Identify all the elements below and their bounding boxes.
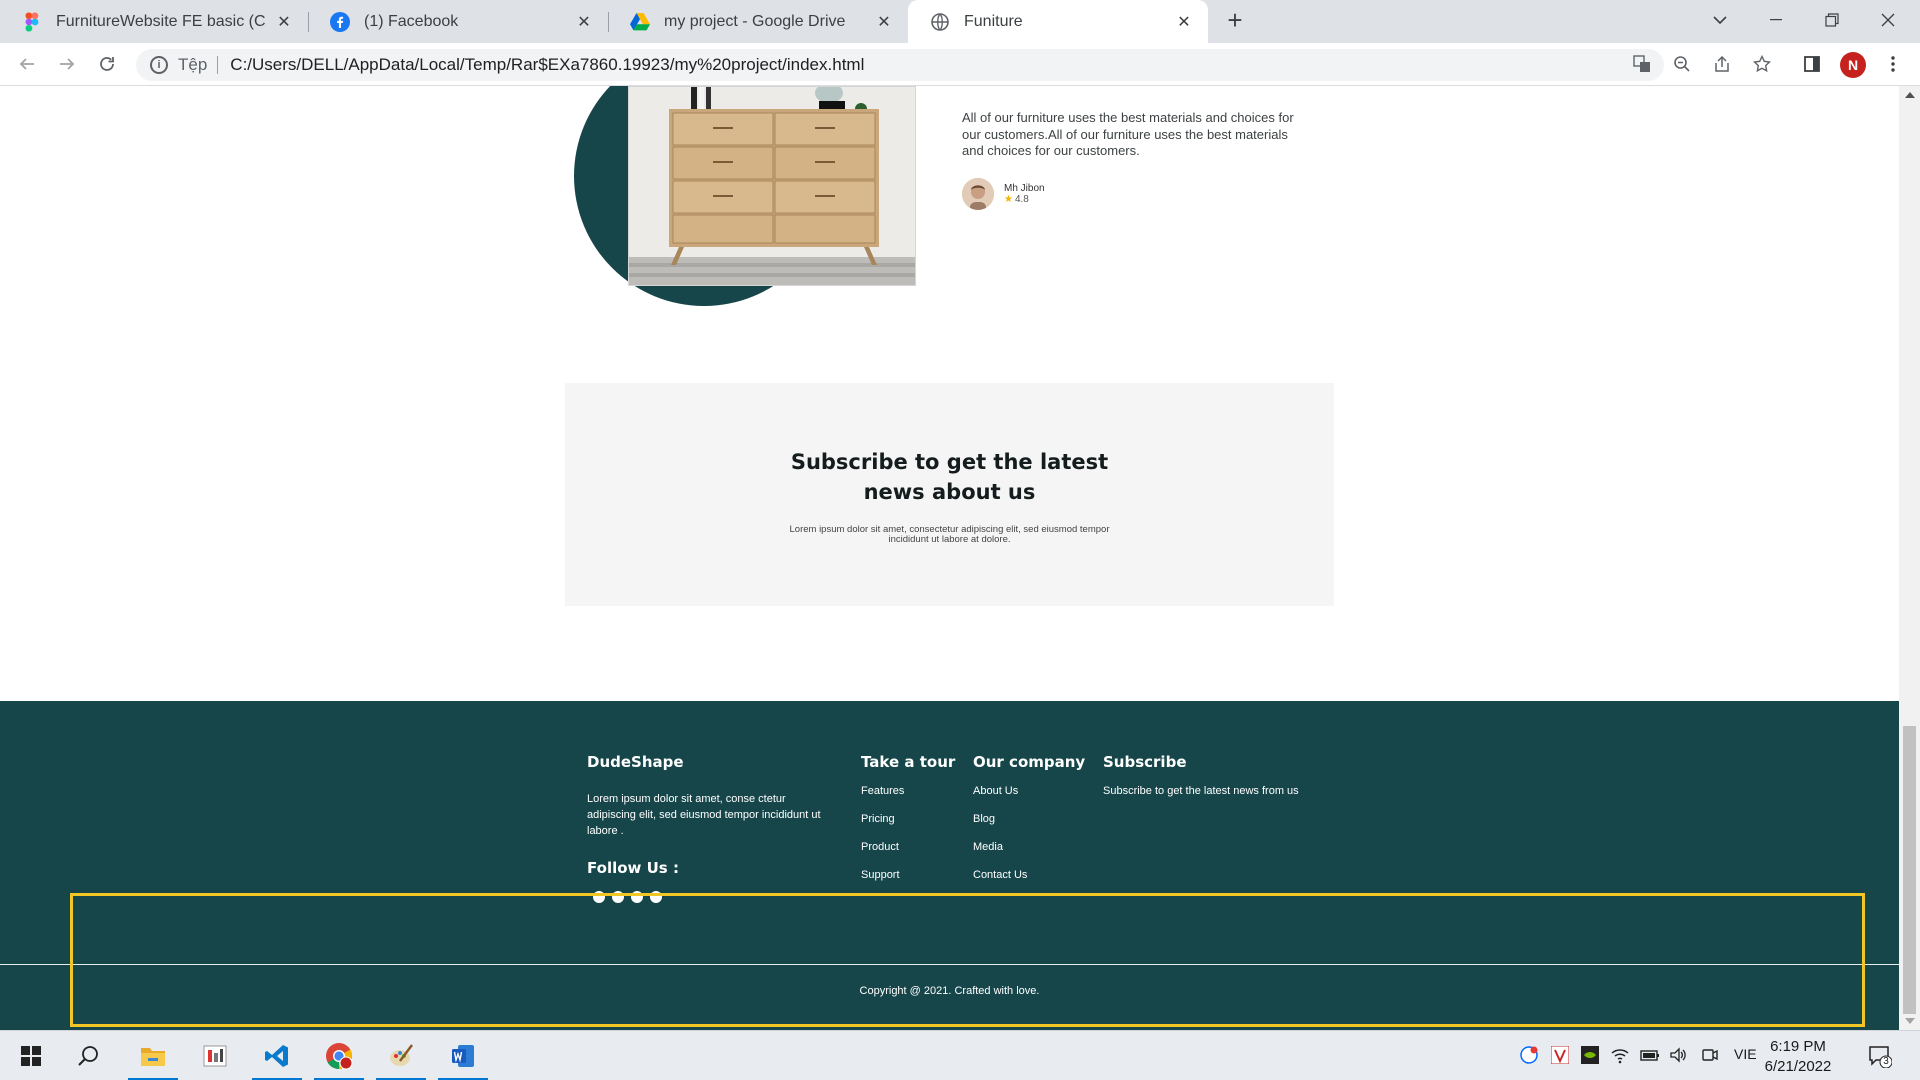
footer-link-support[interactable]: Support (861, 869, 955, 881)
social-icon[interactable] (650, 891, 662, 903)
footer-copyright: Copyright @ 2021. Crafted with love. (859, 985, 1040, 997)
windows-start-icon[interactable] (6, 1031, 56, 1080)
scroll-up-icon[interactable] (1905, 92, 1915, 98)
footer-subscribe-column: Subscribe Subscribe to get the latest ne… (1103, 753, 1299, 813)
info-icon[interactable]: i (150, 56, 168, 74)
reviewer-avatar (962, 178, 994, 210)
facebook-icon (330, 11, 350, 32)
system-clock[interactable]: 6:19 PM 6/21/2022 (1758, 1037, 1838, 1077)
clock-date: 6/21/2022 (1764, 1058, 1832, 1075)
clock-time: 6:19 PM (1770, 1038, 1826, 1055)
testimonial-text: All of our furniture uses the best mater… (962, 110, 1294, 158)
follow-us-label: Follow Us : (587, 859, 679, 877)
subscribe-description: Lorem ipsum dolor sit amet, consectetur … (789, 524, 1110, 545)
footer-link-features[interactable]: Features (861, 785, 955, 797)
url-text[interactable]: C:/Users/DELL/AppData/Local/Temp/Rar$EXa… (230, 55, 864, 75)
restore-icon[interactable] (1804, 0, 1860, 40)
tab-funiture[interactable]: Funiture ✕ (908, 0, 1208, 43)
meet-now-icon[interactable] (1701, 1046, 1719, 1064)
footer-brand: DudeShape (587, 753, 684, 771)
share-icon[interactable] (1707, 49, 1737, 79)
footer-brand-column: DudeShape Lorem ipsum dolor sit amet, co… (587, 753, 837, 903)
browser-toolbar: i Tệp C:/Users/DELL/AppData/Local/Temp/R… (0, 43, 1920, 86)
minimize-icon[interactable] (1748, 0, 1804, 40)
subscribe-title: Subscribe to get the latest news about u… (790, 450, 1109, 504)
footer-tour-title: Take a tour (861, 753, 956, 771)
figma-icon (22, 12, 42, 32)
footer-link-blog[interactable]: Blog (973, 813, 1085, 825)
footer-brand-description: Lorem ipsum dolor sit amet, conse ctetur… (587, 793, 821, 837)
scrollbar-thumb[interactable] (1903, 726, 1916, 1014)
address-bar[interactable]: i Tệp C:/Users/DELL/AppData/Local/Temp/R… (136, 49, 1664, 81)
windows-taskbar: VIE 6:19 PM 6/21/2022 3 (0, 1030, 1920, 1080)
reload-icon[interactable] (92, 49, 122, 79)
zalo-tray-icon[interactable] (1520, 1046, 1538, 1064)
profile-avatar[interactable]: N (1840, 52, 1866, 78)
footer-link-contact-us[interactable]: Contact Us (973, 869, 1085, 881)
vscode-icon[interactable] (252, 1031, 302, 1080)
input-language[interactable]: VIE (1734, 1046, 1757, 1062)
footer-company-title: Our company (973, 753, 1086, 771)
nvidia-tray-icon[interactable] (1581, 1046, 1599, 1064)
close-tab-icon[interactable]: ✕ (874, 12, 894, 32)
footer-link-product[interactable]: Product (861, 841, 955, 853)
word-icon[interactable] (438, 1031, 488, 1080)
zoom-icon[interactable] (1667, 49, 1697, 79)
bookmark-star-icon[interactable] (1747, 49, 1777, 79)
translate-icon[interactable] (1627, 49, 1657, 79)
tab-figma[interactable]: FurnitureWebsite FE basic (Copy) ✕ (0, 0, 308, 43)
notification-center-icon[interactable]: 3 (1868, 1044, 1893, 1069)
social-icons (593, 891, 837, 903)
file-scheme-label: Tệp (178, 56, 219, 74)
subscribe-section: Subscribe to get the latest news about u… (565, 383, 1334, 606)
scroll-down-icon[interactable] (1905, 1018, 1915, 1024)
furniture-dresser-image (628, 86, 916, 286)
footer-subscribe-title: Subscribe (1103, 753, 1187, 771)
footer-link-about-us[interactable]: About Us (973, 785, 1085, 797)
social-icon[interactable] (612, 891, 624, 903)
search-icon[interactable] (64, 1031, 114, 1080)
close-tab-icon[interactable]: ✕ (274, 12, 294, 32)
side-panel-icon[interactable] (1797, 49, 1827, 79)
notification-count: 3 (1883, 1056, 1889, 1067)
reviewer: Mh Jibon ★ 4.8 (962, 178, 1045, 210)
chrome-icon[interactable] (314, 1031, 364, 1080)
tab-facebook[interactable]: (1) Facebook ✕ (308, 0, 608, 43)
tab-search-icon[interactable] (1692, 0, 1748, 40)
footer-link-pricing[interactable]: Pricing (861, 813, 955, 825)
social-icon[interactable] (593, 891, 605, 903)
close-tab-icon[interactable]: ✕ (574, 12, 594, 32)
volume-icon[interactable] (1669, 1046, 1687, 1064)
page-scrollbar[interactable] (1899, 86, 1920, 1030)
browser-tab-strip: FurnitureWebsite FE basic (Copy) ✕ (1) F… (0, 0, 1920, 43)
paint-icon[interactable] (376, 1031, 426, 1080)
tab-google-drive[interactable]: my project - Google Drive ✕ (608, 0, 908, 43)
back-icon[interactable] (12, 49, 42, 79)
google-drive-icon (630, 12, 650, 32)
close-tab-icon[interactable]: ✕ (1174, 12, 1194, 32)
forward-icon[interactable] (52, 49, 82, 79)
social-icon[interactable] (631, 891, 643, 903)
close-window-icon[interactable] (1860, 0, 1916, 40)
footer-subscribe-text[interactable]: Subscribe to get the latest news from us (1103, 785, 1299, 797)
vietkey-tray-icon[interactable] (1550, 1045, 1570, 1065)
footer-divider (0, 964, 1899, 965)
footer-company-column: Our company About Us Blog Media Contact … (973, 753, 1085, 897)
battery-icon[interactable] (1640, 1046, 1659, 1064)
star-icon: ★ (1004, 194, 1013, 205)
reviewer-name: Mh Jibon (1004, 183, 1045, 194)
menu-kebab-icon[interactable] (1878, 49, 1908, 79)
footer-tour-column: Take a tour Features Pricing Product Sup… (861, 753, 955, 897)
page-viewport: All of our furniture uses the best mater… (0, 86, 1899, 1030)
file-explorer-icon[interactable] (128, 1031, 178, 1080)
wifi-icon[interactable] (1611, 1046, 1629, 1064)
site-footer: DudeShape Lorem ipsum dolor sit amet, co… (0, 701, 1899, 1030)
globe-icon (930, 12, 950, 32)
reviewer-rating: ★ 4.8 (1004, 194, 1029, 205)
app-icon[interactable] (190, 1031, 240, 1080)
footer-link-media[interactable]: Media (973, 841, 1085, 853)
new-tab-button[interactable]: + (1220, 6, 1250, 36)
